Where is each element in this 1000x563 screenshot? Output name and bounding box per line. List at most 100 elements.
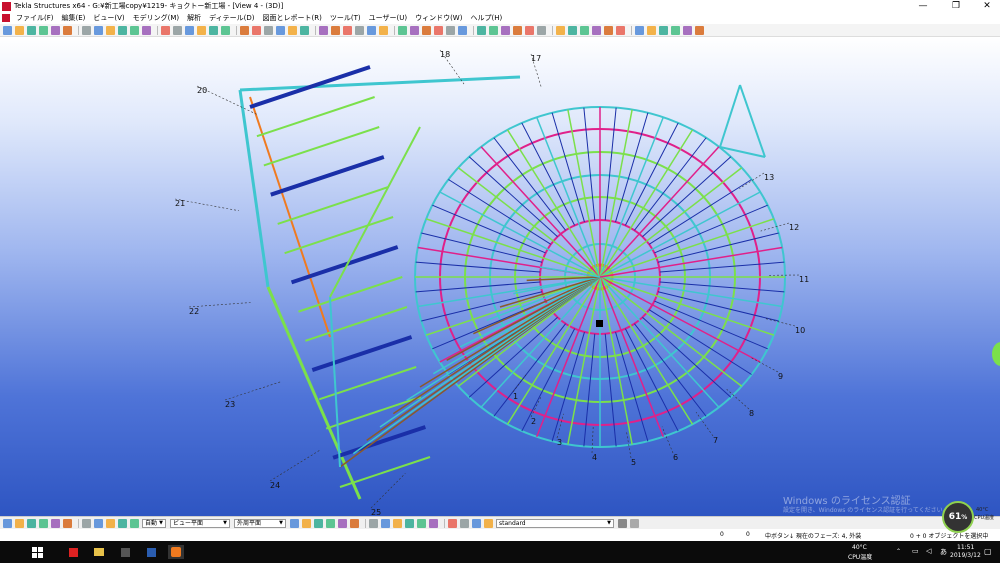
toolbar-tool-icon[interactable] xyxy=(173,25,182,35)
selection-tool-icon[interactable] xyxy=(3,518,12,528)
snap-tool-icon[interactable] xyxy=(460,518,469,528)
toolbar-tool-icon[interactable] xyxy=(118,25,127,35)
selection-tool-icon[interactable] xyxy=(94,518,103,528)
toolbar-tool-icon[interactable] xyxy=(367,25,376,35)
work-plane-select[interactable]: ビュー平面 ▼ xyxy=(170,518,230,528)
selection-tool-icon[interactable] xyxy=(106,518,115,528)
tekla-menu-icon[interactable] xyxy=(2,14,10,22)
toolbar-tool-icon[interactable] xyxy=(331,25,340,35)
snap-tool-icon[interactable] xyxy=(429,518,438,528)
toolbar-tool-icon[interactable] xyxy=(130,25,139,35)
menu-window[interactable]: ウィンドウ(W) xyxy=(411,13,466,23)
toolbar-tool-icon[interactable] xyxy=(458,25,467,35)
toolbar-tool-icon[interactable] xyxy=(683,25,692,35)
menu-tools[interactable]: ツール(T) xyxy=(326,13,365,23)
toolbar-tool-icon[interactable] xyxy=(422,25,431,35)
toolbar-tool-icon[interactable] xyxy=(410,25,419,35)
windows-start-icon[interactable] xyxy=(30,545,44,559)
selection-tool-icon[interactable] xyxy=(27,518,36,528)
clock-date[interactable]: 2019/3/12 xyxy=(950,552,981,559)
toolbar-tool-icon[interactable] xyxy=(185,25,194,35)
notification-icon[interactable]: ▢ xyxy=(984,547,992,556)
toolbar-tool-icon[interactable] xyxy=(501,25,510,35)
tray-arrow-icon[interactable]: ⌃ xyxy=(896,548,901,555)
snap-tool-icon[interactable] xyxy=(472,518,481,528)
menu-view[interactable]: ビュー(V) xyxy=(89,13,128,23)
tray-battery-icon[interactable]: ▭ xyxy=(912,547,919,555)
snap-tool-icon[interactable] xyxy=(369,518,378,528)
toolbar-tool-icon[interactable] xyxy=(343,25,352,35)
close-button[interactable]: ✕ xyxy=(976,0,998,12)
snap-tool-icon[interactable] xyxy=(326,518,335,528)
menu-modeling[interactable]: モデリング(M) xyxy=(129,13,184,23)
menu-help[interactable]: ヘルプ(H) xyxy=(466,13,506,23)
menu-detail[interactable]: ディテール(D) xyxy=(205,13,258,23)
snap-tool-icon[interactable] xyxy=(314,518,323,528)
toolbar-tool-icon[interactable] xyxy=(635,25,644,35)
toolbar-tool-icon[interactable] xyxy=(398,25,407,35)
toolbar-tool-icon[interactable] xyxy=(142,25,151,35)
toolbar-tool-icon[interactable] xyxy=(15,25,24,35)
toolbar-tool-icon[interactable] xyxy=(355,25,364,35)
selection-tool-icon[interactable] xyxy=(118,518,127,528)
toolbar-tool-icon[interactable] xyxy=(659,25,668,35)
toolbar-tool-icon[interactable] xyxy=(106,25,115,35)
app-icon-red[interactable] xyxy=(66,545,80,559)
toolbar-tool-icon[interactable] xyxy=(604,25,613,35)
toolbar-tool-icon[interactable] xyxy=(580,25,589,35)
toolbar-tool-icon[interactable] xyxy=(39,25,48,35)
filter-reset-icon[interactable] xyxy=(630,518,639,528)
tray-volume-icon[interactable]: ◁ xyxy=(926,547,931,555)
snap-tool-icon[interactable] xyxy=(405,518,414,528)
toolbar-tool-icon[interactable] xyxy=(695,25,704,35)
toolbar-tool-icon[interactable] xyxy=(288,25,297,35)
menu-analysis[interactable]: 解析 xyxy=(183,13,205,23)
selection-tool-icon[interactable] xyxy=(15,518,24,528)
snap-tool-icon[interactable] xyxy=(302,518,311,528)
toolbar-tool-icon[interactable] xyxy=(477,25,486,35)
minimize-button[interactable]: — xyxy=(912,0,934,12)
toolbar-tool-icon[interactable] xyxy=(300,25,309,35)
model-view-3d[interactable]: 1 2 3 4 5 6 7 8 9 10 11 12 13 17 18 20 2… xyxy=(0,37,1000,516)
snap-tool-icon[interactable] xyxy=(381,518,390,528)
toolbar-tool-icon[interactable] xyxy=(27,25,36,35)
selection-filter-select[interactable]: standard ▼ xyxy=(496,518,614,528)
menu-file[interactable]: ファイル(F) xyxy=(12,13,58,23)
snap-tool-icon[interactable] xyxy=(393,518,402,528)
selection-tool-icon[interactable] xyxy=(39,518,48,528)
toolbar-tool-icon[interactable] xyxy=(513,25,522,35)
toolbar-tool-icon[interactable] xyxy=(446,25,455,35)
toolbar-tool-icon[interactable] xyxy=(525,25,534,35)
toolbar-tool-icon[interactable] xyxy=(616,25,625,35)
toolbar-tool-icon[interactable] xyxy=(568,25,577,35)
snap-tool-icon[interactable] xyxy=(290,518,299,528)
app-icon-tekla[interactable] xyxy=(144,545,158,559)
depth-select[interactable]: 外周平面 ▼ xyxy=(234,518,286,528)
menu-edit[interactable]: 編集(E) xyxy=(58,13,90,23)
app-icon-active[interactable] xyxy=(168,545,184,559)
toolbar-tool-icon[interactable] xyxy=(94,25,103,35)
restore-button[interactable]: ❐ xyxy=(945,0,967,12)
clock-time[interactable]: 11:51 xyxy=(957,544,974,551)
menu-user[interactable]: ユーザー(U) xyxy=(365,13,411,23)
toolbar-tool-icon[interactable] xyxy=(671,25,680,35)
app-icon-explorer[interactable] xyxy=(92,545,106,559)
toolbar-tool-icon[interactable] xyxy=(319,25,328,35)
selection-tool-icon[interactable] xyxy=(51,518,60,528)
snap-tool-icon[interactable] xyxy=(448,518,457,528)
toolbar-tool-icon[interactable] xyxy=(252,25,261,35)
toolbar-tool-icon[interactable] xyxy=(51,25,60,35)
toolbar-tool-icon[interactable] xyxy=(276,25,285,35)
app-icon-monitor[interactable] xyxy=(118,545,132,559)
snap-select[interactable]: 自動 ▼ xyxy=(142,518,166,528)
selection-tool-icon[interactable] xyxy=(82,518,91,528)
toolbar-tool-icon[interactable] xyxy=(434,25,443,35)
menu-drawings[interactable]: 図面とレポート(R) xyxy=(259,13,326,23)
snap-tool-icon[interactable] xyxy=(417,518,426,528)
toolbar-tool-icon[interactable] xyxy=(379,25,388,35)
filter-edit-icon[interactable] xyxy=(618,518,627,528)
snap-tool-icon[interactable] xyxy=(350,518,359,528)
toolbar-tool-icon[interactable] xyxy=(537,25,546,35)
toolbar-tool-icon[interactable] xyxy=(264,25,273,35)
toolbar-tool-icon[interactable] xyxy=(240,25,249,35)
